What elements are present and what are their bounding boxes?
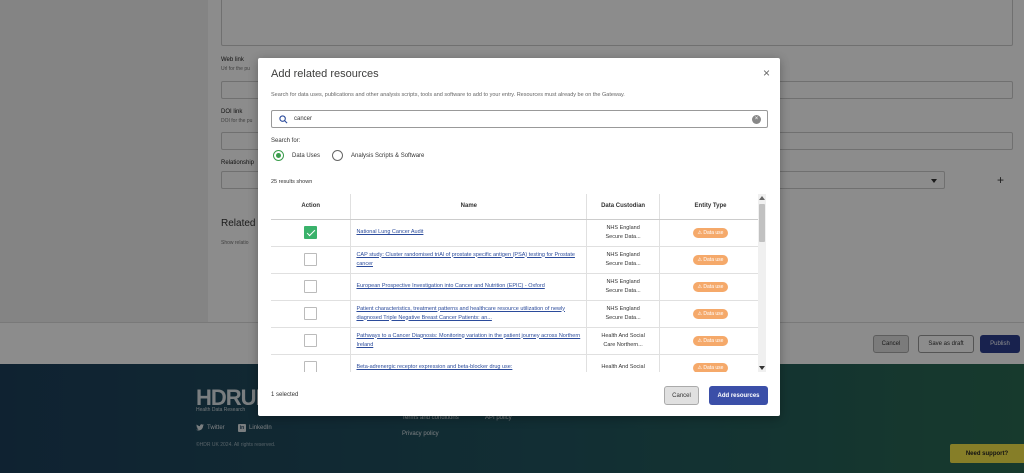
table-row: Beta-adrenergic receptor expression and … — [271, 354, 761, 372]
table-row: Patient characteristics, treatment patte… — [271, 300, 761, 328]
radio-data-uses[interactable] — [273, 150, 284, 161]
selected-count: 1 selected — [271, 392, 299, 398]
header-action: Action — [271, 194, 351, 220]
resource-link[interactable]: Pathways to a Cancer Diagnosis: Monitori… — [356, 332, 582, 350]
header-name: Name — [350, 194, 587, 220]
add-resources-modal: Add related resources × Search for data … — [258, 58, 780, 416]
row-checkbox[interactable] — [304, 307, 318, 320]
scroll-up-icon[interactable] — [759, 196, 765, 200]
modal-title: Add related resources — [271, 68, 379, 80]
row-checkbox[interactable] — [304, 334, 318, 347]
row-checkbox[interactable] — [304, 361, 318, 372]
search-input[interactable]: cancer × — [271, 110, 768, 128]
search-type-radio-group: Data Uses Analysis Scripts & Software — [273, 150, 436, 161]
custodian-text: Health And Social — [601, 364, 645, 370]
row-checkbox[interactable] — [304, 253, 318, 266]
row-checkbox[interactable] — [304, 226, 318, 239]
custodian-text: Secure Data... — [605, 287, 641, 294]
entity-type-badge: ⚠ Data use — [692, 281, 729, 292]
scroll-down-icon[interactable] — [759, 366, 765, 370]
header-custodian: Data Custodian — [586, 194, 660, 220]
table-row: European Prospective Investigation into … — [271, 273, 761, 301]
modal-cancel-button[interactable]: Cancel — [664, 386, 699, 405]
scroll-thumb[interactable] — [759, 204, 765, 242]
close-icon[interactable]: × — [763, 66, 770, 80]
radio-data-uses-label[interactable]: Data Uses — [292, 153, 320, 159]
modal-description: Search for data uses, publications and o… — [271, 92, 625, 98]
resource-link[interactable]: European Prospective Investigation into … — [356, 282, 582, 291]
table-row: CAP study: Cluster randomised triAl of p… — [271, 246, 761, 274]
custodian-text: Health And Social — [601, 332, 645, 339]
custodian-text: NHS England — [606, 251, 640, 258]
entity-type-badge: ⚠ Data use — [692, 362, 729, 372]
header-entity-type: Entity Type — [659, 194, 761, 220]
custodian-text: NHS England — [606, 305, 640, 312]
custodian-text: Care Northern... — [603, 341, 643, 348]
resource-link[interactable]: Beta-adrenergic receptor expression and … — [356, 363, 582, 372]
table-row: National Lung Cancer Audit NHS England Se… — [271, 219, 761, 247]
table-header-row: Action Name Data Custodian Entity Type — [271, 194, 761, 220]
resource-link[interactable]: National Lung Cancer Audit — [356, 228, 582, 237]
custodian-text: Secure Data... — [605, 314, 641, 321]
search-value: cancer — [294, 116, 313, 122]
table-scrollbar[interactable] — [758, 194, 766, 372]
custodian-text: NHS England — [606, 224, 640, 231]
resource-link[interactable]: Patient characteristics, treatment patte… — [356, 305, 582, 323]
add-resources-button[interactable]: Add resources — [709, 386, 768, 405]
entity-type-badge: ⚠ Data use — [692, 335, 729, 346]
resource-link[interactable]: CAP study: Cluster randomised triAl of p… — [356, 251, 582, 269]
results-table-container: Action Name Data Custodian Entity Type N… — [271, 194, 768, 372]
radio-analysis-scripts[interactable] — [332, 150, 344, 161]
entity-type-badge: ⚠ Data use — [692, 254, 729, 265]
entity-type-badge: ⚠ Data use — [692, 308, 729, 319]
row-checkbox[interactable] — [304, 280, 318, 293]
custodian-text: Secure Data... — [605, 260, 641, 267]
table-row: Pathways to a Cancer Diagnosis: Monitori… — [271, 327, 761, 355]
clear-search-icon[interactable]: × — [752, 115, 761, 124]
custodian-text: NHS England — [606, 278, 640, 285]
results-table: Action Name Data Custodian Entity Type N… — [271, 194, 761, 372]
entity-type-badge: ⚠ Data use — [692, 227, 729, 238]
search-icon — [279, 114, 288, 123]
custodian-text: Secure Data... — [605, 233, 641, 240]
results-count: 25 results shown — [271, 179, 313, 185]
search-for-label: Search for: — [271, 138, 301, 144]
radio-analysis-scripts-label[interactable]: Analysis Scripts & Software — [351, 153, 424, 159]
